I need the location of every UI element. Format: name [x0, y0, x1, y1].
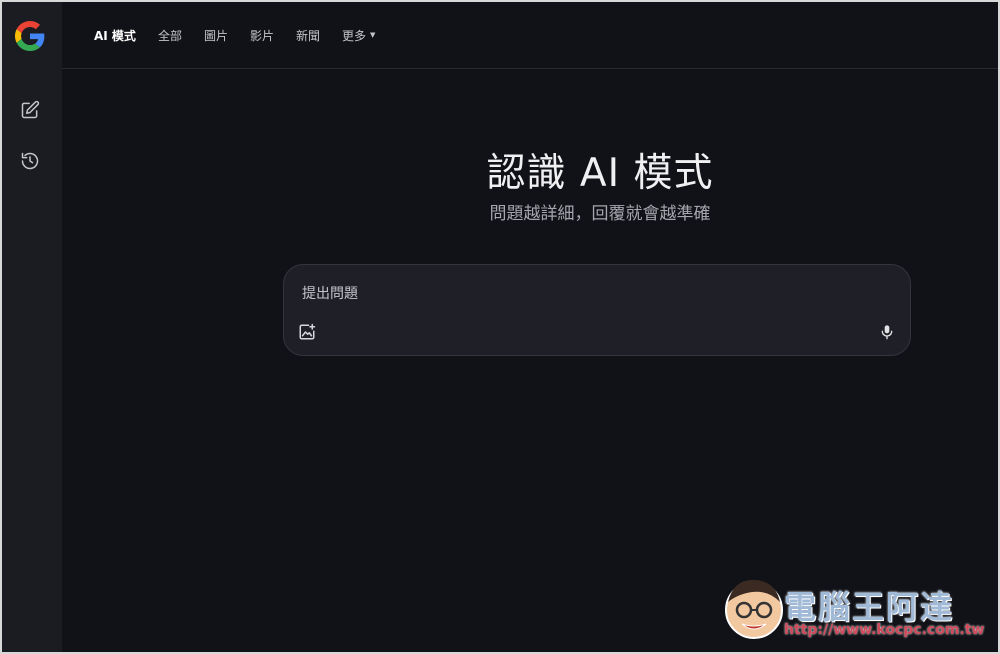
tab-label: 全部 [157, 28, 182, 43]
add-image-icon [299, 323, 316, 340]
new-chat-button[interactable] [16, 96, 44, 124]
watermark-logo: 電腦王阿達 http://www.kocpc.com.tw [722, 572, 990, 646]
tab-label: AI 模式 [94, 28, 136, 43]
tab-bar: AI 模式 全部 圖片 影片 新聞 更多 ▼ [94, 2, 397, 68]
sidebar [2, 2, 62, 652]
page-subtitle: 問題越詳細，回覆就會越準確 [489, 204, 711, 224]
tab-label: 圖片 [203, 28, 228, 43]
tab-label: 影片 [249, 28, 274, 43]
caret-down-icon: ▼ [370, 31, 376, 39]
google-g-icon[interactable] [15, 21, 45, 51]
top-nav: AI 模式 全部 圖片 影片 新聞 更多 ▼ [62, 2, 998, 69]
tab-more[interactable]: 更多 ▼ [342, 27, 375, 44]
page-title: 認識 AI 模式 [486, 151, 714, 196]
tab-all[interactable]: 全部 [158, 27, 182, 44]
add-image-button[interactable] [296, 321, 318, 343]
mascot-face-icon [725, 579, 783, 639]
watermark-url: http://www.kocpc.com.tw [784, 622, 985, 638]
search-input[interactable] [300, 282, 844, 306]
tab-images[interactable]: 圖片 [204, 27, 228, 44]
app-window: AI 模式 全部 圖片 影片 新聞 更多 ▼ 認識 AI 模式 問題越詳細，回覆… [0, 0, 1000, 654]
edit-icon [21, 100, 40, 119]
voice-search-button[interactable] [876, 321, 898, 343]
microphone-icon [881, 325, 893, 340]
search-box [283, 264, 911, 356]
tab-news[interactable]: 新聞 [296, 27, 320, 44]
tab-ai-mode[interactable]: AI 模式 [94, 27, 136, 44]
tab-label: 新聞 [295, 28, 320, 43]
tab-videos[interactable]: 影片 [250, 27, 274, 44]
tab-label: 更多 [342, 28, 367, 43]
